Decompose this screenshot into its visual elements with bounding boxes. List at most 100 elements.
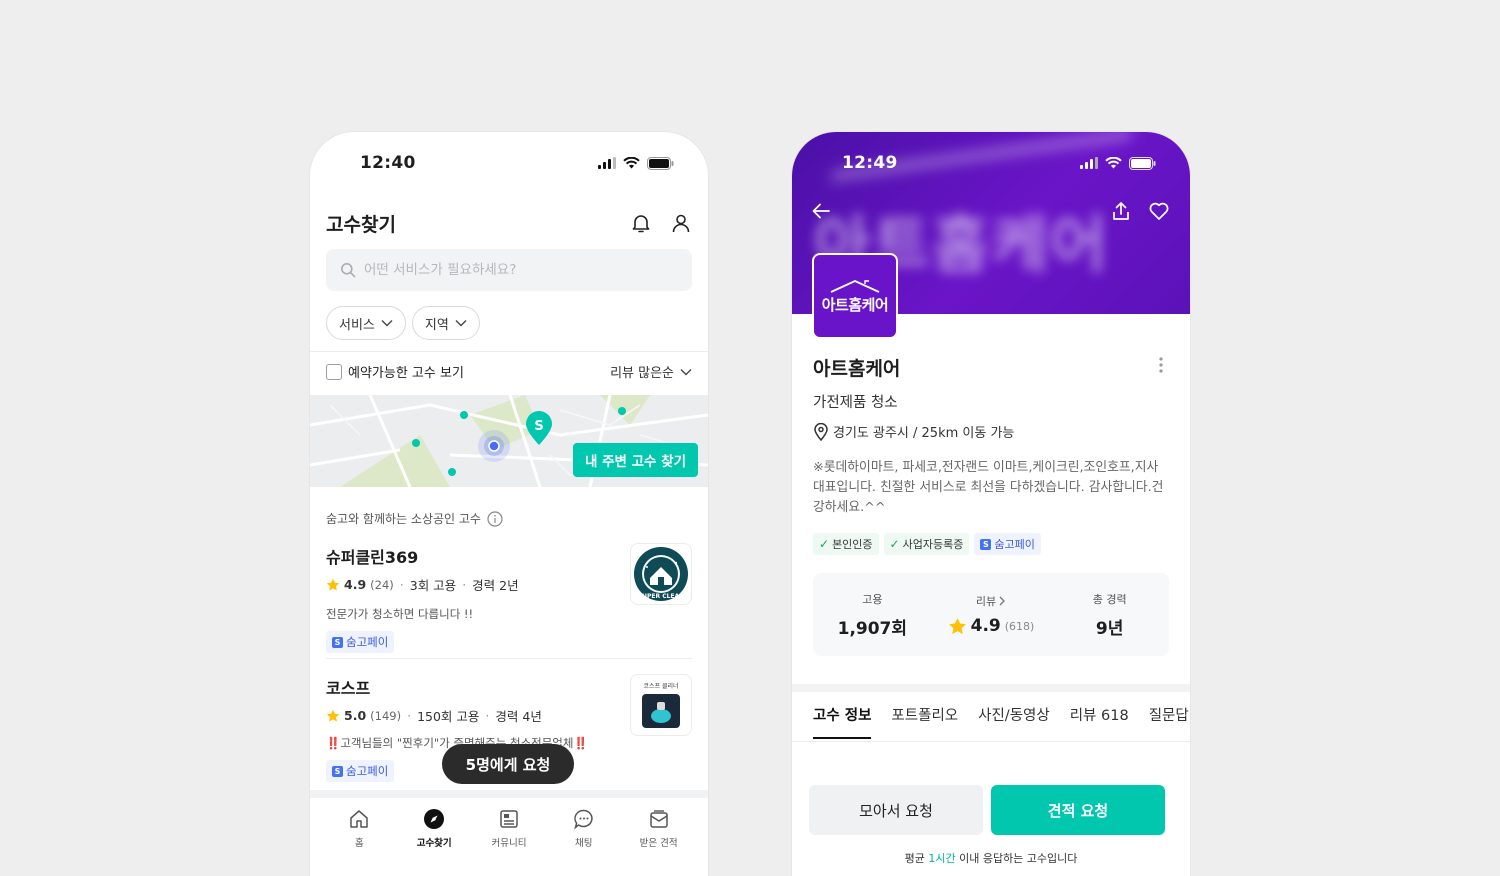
badge-business-registered: ✓ 사업자등록증 (883, 533, 970, 555)
profile-tabs: 고수 정보 포트폴리오 사진/동영상 리뷰 618 질문답 (813, 704, 1189, 739)
badge-label: 본인인증 (832, 538, 873, 551)
pro-name: 아트홈케어 (813, 358, 901, 380)
tab-home[interactable]: 홈 (324, 808, 394, 849)
pro-intro: ※롯데하이마트, 파세코,전자랜드 이마트,케이크린,조인호프,지사 대표입니다… (813, 460, 1164, 515)
tab-label: 고수찾기 (416, 838, 452, 849)
stat-label: 리뷰 (975, 595, 997, 608)
cosp-logo (642, 694, 680, 728)
review-count: (618) (1004, 619, 1035, 633)
filter-chip-region[interactable]: 지역 (411, 306, 480, 340)
divider (310, 351, 708, 352)
profile-icon[interactable] (670, 212, 692, 234)
tab-label: 채팅 (575, 838, 593, 849)
pro-hires: 150회 고용 (417, 709, 480, 724)
chevron-down-icon (455, 320, 467, 327)
star-icon (326, 709, 340, 722)
section-label: 숨고와 함께하는 소상공인 고수 (326, 510, 503, 527)
search-icon (341, 263, 356, 278)
tab-qna[interactable]: 질문답 (1149, 704, 1189, 739)
soomgo-pay-badge: S 숨고페이 (326, 760, 395, 782)
tab-find-pros[interactable]: 고수찾기 (399, 808, 469, 849)
location-text: 경기도 광주시 / 25km 이동 가능 (833, 426, 1015, 441)
stat-reviews[interactable]: 리뷰 4.9 (618) (941, 593, 1041, 636)
pay-label: 숨고페이 (346, 635, 389, 649)
badge-soomgo-pay: S 숨고페이 (974, 533, 1041, 555)
response-prefix: 평균 (904, 852, 929, 865)
pro-location: 경기도 광주시 / 25km 이동 가능 (813, 422, 1014, 441)
tab-label: 받은 견적 (639, 838, 678, 849)
info-icon[interactable] (487, 510, 503, 527)
page-title: 고수찾기 (326, 213, 396, 236)
super-clean-logo: SUPER CLEAN (634, 547, 688, 601)
nearby-pros-button[interactable]: 내 주변 고수 찾기 (572, 443, 698, 477)
tab-reviews[interactable]: 리뷰 618 (1070, 704, 1129, 739)
filter-chip-service[interactable]: 서비스 (326, 306, 406, 340)
verification-badges: ✓ 본인인증 ✓ 사업자등록증 S 숨고페이 (813, 533, 1041, 555)
tab-photos-videos[interactable]: 사진/동영상 (978, 704, 1050, 739)
check-icon: ✓ (889, 537, 900, 551)
status-time: 12:40 (360, 153, 416, 173)
pro-card[interactable]: 슈퍼클린369 4.9 (24) · 3회 고용 · 경력 2년 전문가가 청소… (326, 543, 692, 653)
back-arrow-icon[interactable] (810, 200, 832, 222)
logo-text: 아트홈케어 (821, 295, 889, 314)
signal-icon (1080, 157, 1098, 169)
tab-label: 홈 (355, 838, 364, 849)
pro-review-count: (149) (370, 708, 402, 723)
filter-chips: 서비스 지역 (326, 306, 480, 340)
badge-label: 사업자등록증 (902, 538, 964, 551)
tab-received-quotes[interactable]: 받은 견적 (624, 808, 694, 849)
tabs-underline (792, 741, 1190, 742)
search-bar[interactable] (326, 249, 692, 291)
bell-icon[interactable] (630, 212, 652, 234)
sort-dropdown[interactable]: 리뷰 많은순 (610, 362, 692, 381)
chevron-down-icon (381, 320, 393, 327)
pro-description: 전문가가 청소하면 다릅니다 !! (326, 607, 474, 621)
share-icon[interactable] (1110, 200, 1132, 222)
tab-label: 커뮤니티 (491, 838, 527, 849)
divider (326, 658, 692, 659)
stat-value: 1,907회 (837, 618, 908, 639)
soomgo-pay-badge: S 숨고페이 (326, 631, 395, 653)
star-icon (948, 617, 966, 634)
tab-pro-info[interactable]: 고수 정보 (813, 704, 872, 739)
pay-label: 숨고페이 (346, 764, 389, 778)
section-separator (792, 684, 1190, 692)
more-options-icon[interactable] (1158, 356, 1164, 374)
status-icons (1080, 156, 1156, 170)
star-icon (326, 578, 340, 591)
svg-text:S: S (534, 419, 543, 434)
search-input[interactable] (364, 262, 644, 278)
sort-label: 리뷰 많은순 (610, 366, 674, 381)
available-checkbox[interactable]: 예약가능한 고수 보기 (326, 362, 464, 381)
phone-left-search: 12:40 고수찾기 서비스 지역 예약가능한 고수 보기 (310, 132, 708, 876)
separator: · (399, 577, 404, 592)
request-five-button[interactable]: 5명에게 요청 (442, 744, 574, 784)
pro-stats: 고용 1,907회 리뷰 4.9 (618) 총 경력 9년 (813, 573, 1169, 656)
profile-top-actions (810, 200, 1170, 222)
quote-request-button[interactable]: 견적 요청 (991, 785, 1165, 835)
pro-review-count: (24) (370, 577, 394, 592)
checkbox-box[interactable] (326, 363, 342, 380)
quote-inbox-icon (649, 810, 668, 828)
response-suffix: 이내 응답하는 고수입니다 (955, 852, 1078, 865)
location-pin-icon (814, 422, 828, 441)
community-icon (500, 810, 518, 828)
tab-portfolio[interactable]: 포트폴리오 (891, 704, 958, 739)
battery-icon (647, 156, 674, 170)
wifi-icon (623, 157, 640, 169)
filter-chip-label: 서비스 (339, 317, 375, 333)
stat-value-wrap: 4.9 (618) (948, 616, 1035, 636)
filter-row: 예약가능한 고수 보기 리뷰 많은순 (326, 362, 692, 381)
tab-chat[interactable]: 채팅 (549, 808, 619, 849)
section-label-text: 숨고와 함께하는 소상공인 고수 (326, 512, 481, 526)
pro-thumbnail: SUPER CLEAN (630, 543, 692, 605)
map-view[interactable]: S 내 주변 고수 찾기 (310, 395, 708, 487)
status-icons (598, 156, 674, 170)
heart-icon[interactable] (1148, 200, 1170, 222)
tab-community[interactable]: 커뮤니티 (474, 808, 544, 849)
badge-label: 숨고페이 (994, 538, 1035, 551)
stat-label: 고용 (862, 592, 883, 606)
collect-request-button[interactable]: 모아서 요청 (809, 785, 983, 835)
pro-career: 경력 2년 (472, 578, 519, 593)
cta-buttons: 모아서 요청 견적 요청 (809, 785, 1165, 835)
